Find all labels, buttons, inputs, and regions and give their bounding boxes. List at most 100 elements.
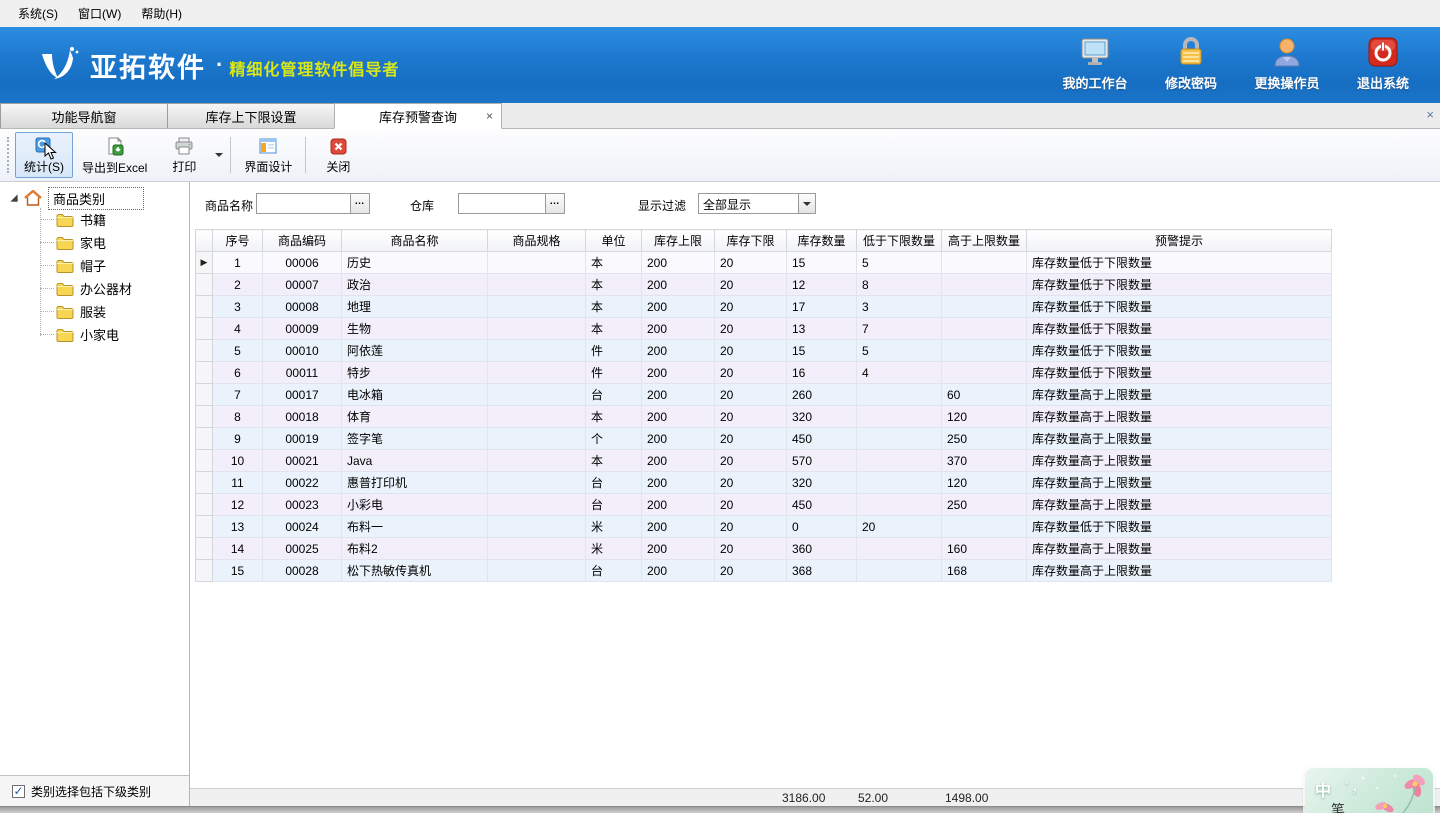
tab-function-nav[interactable]: 功能导航窗 bbox=[0, 103, 168, 128]
row-selector[interactable] bbox=[196, 472, 213, 494]
tree-item-label: 服装 bbox=[80, 302, 106, 321]
row-selector[interactable] bbox=[196, 494, 213, 516]
cell: 库存数量高于上限数量 bbox=[1027, 406, 1332, 428]
row-selector[interactable] bbox=[196, 362, 213, 384]
table-row[interactable]: 400009生物本20020137库存数量低于下限数量 bbox=[196, 318, 1332, 340]
row-selector[interactable] bbox=[196, 428, 213, 450]
tab-stock-warning-query[interactable]: 库存预警查询 × bbox=[334, 103, 502, 129]
row-selector[interactable] bbox=[196, 384, 213, 406]
statistics-button[interactable]: 统计(S) bbox=[15, 132, 73, 178]
tree-item-2[interactable]: 帽子 bbox=[0, 254, 189, 277]
cell: 450 bbox=[787, 494, 857, 516]
row-selector[interactable] bbox=[196, 296, 213, 318]
toolbar-grip[interactable] bbox=[7, 137, 12, 173]
cell: 库存数量低于下限数量 bbox=[1027, 274, 1332, 296]
menu-help[interactable]: 帮助(H) bbox=[131, 1, 192, 26]
ime-panel[interactable]: 中 ﾟ， 笔 bbox=[1305, 768, 1433, 813]
column-header-7[interactable]: 库存数量 bbox=[787, 230, 857, 252]
cell: 台 bbox=[586, 560, 642, 582]
above-limit-total: 1498.00 bbox=[945, 791, 988, 805]
tree-item-3[interactable]: 办公器材 bbox=[0, 277, 189, 300]
tab-stock-limit-settings[interactable]: 库存上下限设置 bbox=[167, 103, 335, 128]
row-selector[interactable] bbox=[196, 560, 213, 582]
cell: 库存数量高于上限数量 bbox=[1027, 472, 1332, 494]
cell: 本 bbox=[586, 252, 642, 274]
exit-system-button[interactable]: 退出系统 bbox=[1344, 35, 1422, 92]
table-row[interactable]: 1300024布料一米20020020库存数量低于下限数量 bbox=[196, 516, 1332, 538]
export-excel-button[interactable]: 导出到Excel bbox=[73, 132, 156, 178]
tree-expander-icon[interactable] bbox=[10, 194, 17, 201]
tree-item-1[interactable]: 家电 bbox=[0, 231, 189, 254]
column-header-5[interactable]: 库存上限 bbox=[642, 230, 715, 252]
tab-close-icon[interactable]: × bbox=[486, 109, 493, 123]
cell bbox=[942, 252, 1027, 274]
column-header-1[interactable]: 商品编码 bbox=[263, 230, 342, 252]
print-icon bbox=[174, 137, 194, 155]
close-button[interactable]: 关闭 bbox=[310, 132, 366, 178]
tree-item-0[interactable]: 书籍 bbox=[0, 208, 189, 231]
change-password-button[interactable]: 修改密码 bbox=[1152, 35, 1230, 92]
cell: 政治 bbox=[342, 274, 488, 296]
cell: 本 bbox=[586, 406, 642, 428]
column-header-10[interactable]: 预警提示 bbox=[1027, 230, 1332, 252]
print-button[interactable]: 打印 bbox=[156, 132, 212, 178]
display-filter-select[interactable]: 全部显示 bbox=[698, 193, 816, 214]
column-header-2[interactable]: 商品名称 bbox=[342, 230, 488, 252]
banner-actions: 我的工作台 修改密码 更换操作员 bbox=[1056, 35, 1422, 92]
table-row[interactable]: 1500028松下热敏传真机台20020368168库存数量高于上限数量 bbox=[196, 560, 1332, 582]
cell: 米 bbox=[586, 516, 642, 538]
table-row[interactable]: 1100022惠普打印机台20020320120库存数量高于上限数量 bbox=[196, 472, 1332, 494]
table-row[interactable]: 900019签字笔个20020450250库存数量高于上限数量 bbox=[196, 428, 1332, 450]
chevron-down-icon[interactable] bbox=[798, 194, 815, 213]
column-header-0[interactable]: 序号 bbox=[213, 230, 263, 252]
cell bbox=[488, 274, 586, 296]
table-row[interactable]: 500010阿依莲件20020155库存数量低于下限数量 bbox=[196, 340, 1332, 362]
tabstrip-close-icon[interactable]: × bbox=[1426, 107, 1434, 122]
cell: 200 bbox=[642, 340, 715, 362]
table-row[interactable]: 800018体育本20020320120库存数量高于上限数量 bbox=[196, 406, 1332, 428]
table-row[interactable]: ▶100006历史本20020155库存数量低于下限数量 bbox=[196, 252, 1332, 274]
row-selector[interactable] bbox=[196, 318, 213, 340]
switch-operator-button[interactable]: 更换操作员 bbox=[1248, 35, 1326, 92]
row-selector[interactable] bbox=[196, 450, 213, 472]
table-row[interactable]: 1400025布料2米20020360160库存数量高于上限数量 bbox=[196, 538, 1332, 560]
tree-root-category[interactable]: 商品类别 bbox=[0, 188, 189, 208]
table-row[interactable]: 300008地理本20020173库存数量低于下限数量 bbox=[196, 296, 1332, 318]
column-header-9[interactable]: 高于上限数量 bbox=[942, 230, 1027, 252]
cell: 阿依莲 bbox=[342, 340, 488, 362]
column-header-8[interactable]: 低于下限数量 bbox=[857, 230, 942, 252]
tree-item-4[interactable]: 服装 bbox=[0, 300, 189, 323]
ime-punct-indicator[interactable]: ﾟ， bbox=[1345, 777, 1365, 796]
row-selector[interactable]: ▶ bbox=[196, 252, 213, 274]
table-row[interactable]: 1200023小彩电台20020450250库存数量高于上限数量 bbox=[196, 494, 1332, 516]
table-row[interactable]: 600011特步件20020164库存数量低于下限数量 bbox=[196, 362, 1332, 384]
product-name-input[interactable] bbox=[257, 194, 350, 213]
ui-design-button[interactable]: 界面设计 bbox=[235, 132, 301, 178]
warehouse-input[interactable] bbox=[459, 194, 545, 213]
cell: 8 bbox=[857, 274, 942, 296]
table-row[interactable]: 700017电冰箱台2002026060库存数量高于上限数量 bbox=[196, 384, 1332, 406]
workbench-button[interactable]: 我的工作台 bbox=[1056, 35, 1134, 92]
print-dropdown-arrow[interactable] bbox=[212, 129, 226, 181]
column-header-3[interactable]: 商品规格 bbox=[488, 230, 586, 252]
column-header-4[interactable]: 单位 bbox=[586, 230, 642, 252]
column-header-6[interactable]: 库存下限 bbox=[715, 230, 787, 252]
cell: 库存数量低于下限数量 bbox=[1027, 516, 1332, 538]
ime-mode-indicator[interactable]: 中 bbox=[1315, 777, 1331, 801]
product-lookup-button[interactable]: … bbox=[350, 194, 369, 213]
row-selector[interactable] bbox=[196, 274, 213, 296]
tree-item-label: 书籍 bbox=[80, 210, 106, 229]
warehouse-lookup-button[interactable]: … bbox=[545, 194, 564, 213]
cell bbox=[488, 516, 586, 538]
menu-system[interactable]: 系统(S) bbox=[8, 1, 68, 26]
tree-item-label: 小家电 bbox=[80, 325, 119, 344]
table-row[interactable]: 200007政治本20020128库存数量低于下限数量 bbox=[196, 274, 1332, 296]
table-row[interactable]: 1000021Java本20020570370库存数量高于上限数量 bbox=[196, 450, 1332, 472]
include-subcategory-checkbox[interactable]: ✓ bbox=[12, 785, 25, 798]
menu-window[interactable]: 窗口(W) bbox=[68, 1, 131, 26]
row-selector[interactable] bbox=[196, 516, 213, 538]
row-selector[interactable] bbox=[196, 406, 213, 428]
tree-item-5[interactable]: 小家电 bbox=[0, 323, 189, 346]
row-selector[interactable] bbox=[196, 538, 213, 560]
row-selector[interactable] bbox=[196, 340, 213, 362]
